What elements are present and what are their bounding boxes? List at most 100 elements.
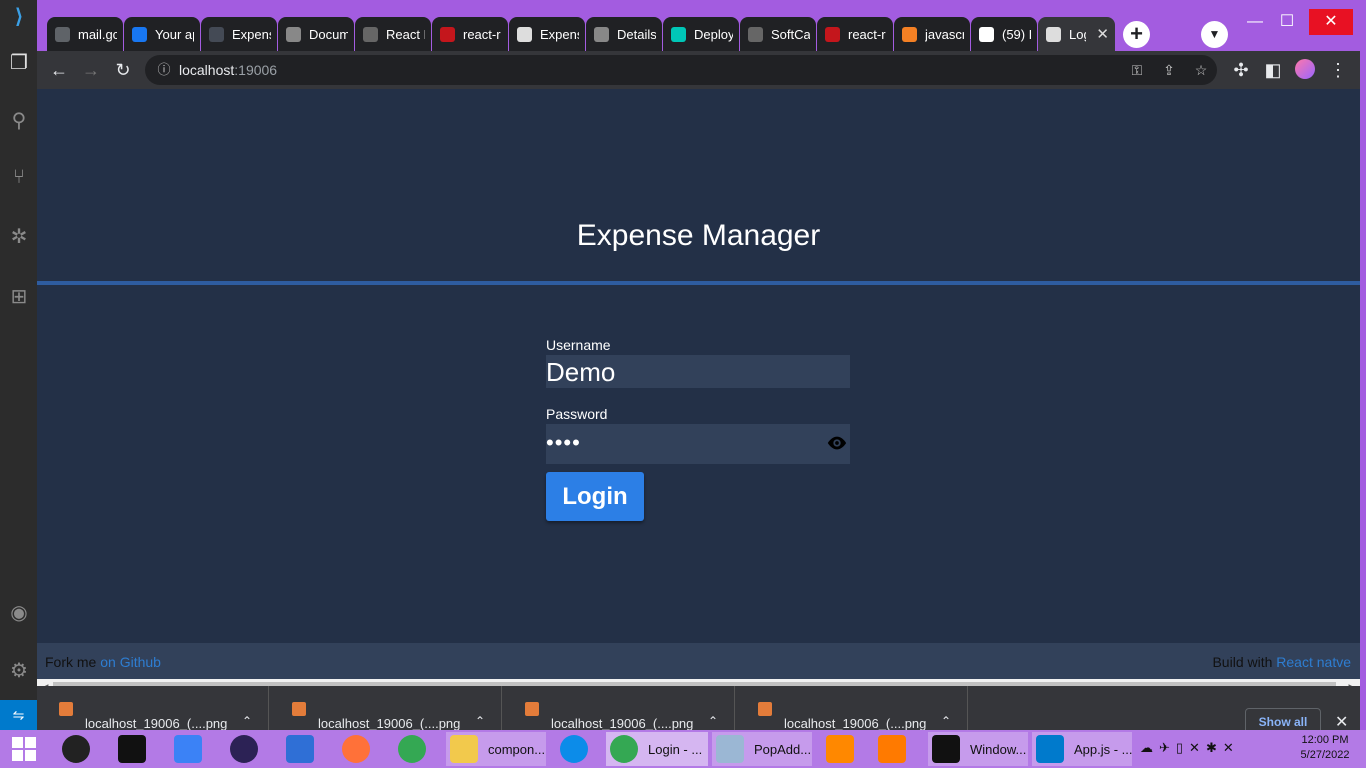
taskbar-app-8[interactable] <box>556 732 596 766</box>
tab-4[interactable]: React N <box>355 17 431 51</box>
vscode-icon <box>1036 735 1064 763</box>
system-tray[interactable]: ☁✈▯✕✱✕ <box>1140 740 1240 756</box>
app-icon <box>174 735 202 763</box>
footer-right: Build with React natve <box>1212 654 1351 670</box>
taskbar-app-label: Window... <box>970 742 1027 757</box>
login-button[interactable]: Login <box>546 472 644 521</box>
clock-time: 12:00 PM <box>1301 734 1349 746</box>
download-filename: localhost_19006_(....png <box>85 716 228 731</box>
taskbar-app-12[interactable] <box>874 732 914 766</box>
new-tab-button[interactable]: + <box>1123 21 1150 48</box>
tab-search-chevron-icon[interactable]: ▼ <box>1201 21 1228 48</box>
explorer-icon[interactable]: ❐ <box>6 50 32 76</box>
notepad-icon <box>716 735 744 763</box>
download-filename: localhost_19006_(....png <box>318 716 461 731</box>
settings-gear-icon[interactable]: ⚙ <box>6 658 32 684</box>
taskbar-app-label: compon... <box>488 742 546 757</box>
site-info-icon[interactable]: ⓘ <box>155 61 173 79</box>
taskbar-app-6[interactable] <box>394 732 434 766</box>
tab-favicon-icon <box>1046 26 1061 42</box>
download-item[interactable]: localhost_19006_(....png ⌃ <box>736 686 968 731</box>
tab-3[interactable]: Docum <box>278 17 354 51</box>
url-text[interactable]: localhost:19006 <box>179 62 277 78</box>
menu-kebab-icon[interactable]: ⋮ <box>1327 59 1349 81</box>
taskbar-app-1[interactable] <box>114 732 154 766</box>
start-button[interactable] <box>4 732 44 766</box>
username-input[interactable]: Demo <box>546 355 850 388</box>
taskbar-app-3[interactable] <box>226 732 266 766</box>
tab-label: javascr <box>925 26 964 42</box>
react-native-link[interactable]: React natve <box>1276 654 1351 670</box>
tab-10[interactable]: react-r <box>817 17 893 51</box>
close-tab-icon[interactable]: ✕ <box>1096 25 1109 43</box>
debug-icon[interactable]: ✲ <box>6 224 32 250</box>
chevron-up-icon[interactable]: ⌃ <box>242 714 252 728</box>
extensions-puzzle-icon[interactable]: ✣ <box>1230 59 1252 81</box>
footer-right-text: Build with <box>1212 654 1277 670</box>
password-input[interactable]: •••• <box>546 424 850 464</box>
tab-12[interactable]: (59) Em <box>971 17 1037 51</box>
tab-5[interactable]: react-r <box>432 17 508 51</box>
taskbar-app-7[interactable]: compon... <box>446 732 546 766</box>
tab-favicon-icon <box>209 26 224 42</box>
chevron-up-icon[interactable]: ⌃ <box>708 714 718 728</box>
taskbar-app-0[interactable] <box>58 732 98 766</box>
tab-2[interactable]: Expens <box>201 17 277 51</box>
taskbar-app-5[interactable] <box>338 732 378 766</box>
tab-favicon-icon <box>132 26 147 42</box>
search-icon[interactable]: ⚲ <box>6 108 32 134</box>
taskbar-app-11[interactable] <box>822 732 862 766</box>
taskbar-clock[interactable]: 12:00 PM 5/27/2022 <box>1290 733 1360 763</box>
tab-label: Log <box>1069 26 1086 42</box>
app-icon <box>230 735 258 763</box>
back-arrow-icon[interactable]: ← <box>48 59 70 81</box>
file-icon <box>292 702 306 716</box>
tab-1[interactable]: Your ap <box>124 17 200 51</box>
reload-icon[interactable]: ↻ <box>112 59 134 81</box>
download-item[interactable]: localhost_19006_(....png ⌃ <box>503 686 735 731</box>
footer-left-text: Fork me <box>45 654 101 670</box>
github-link[interactable]: on Github <box>100 654 161 670</box>
taskbar-app-2[interactable] <box>170 732 210 766</box>
tab-7[interactable]: Details <box>586 17 662 51</box>
tab-8[interactable]: Deploy <box>663 17 739 51</box>
close-downloads-icon[interactable]: ✕ <box>1335 712 1348 732</box>
profile-avatar[interactable] <box>1295 59 1315 79</box>
tab-favicon-icon <box>671 26 686 42</box>
tab-active[interactable]: Log ✕ <box>1038 17 1115 51</box>
tab-favicon-icon <box>440 26 455 42</box>
username-label: Username <box>546 337 611 353</box>
tab-11[interactable]: javascr <box>894 17 970 51</box>
tab-label: Expens <box>540 26 579 42</box>
remote-indicator-icon[interactable]: ⇋ <box>0 700 37 730</box>
side-panel-icon[interactable]: ◧ <box>1262 59 1284 81</box>
tab-label: Deploy <box>694 26 733 42</box>
chevron-up-icon[interactable]: ⌃ <box>941 714 951 728</box>
file-icon <box>59 702 73 716</box>
taskbar-app-4[interactable] <box>282 732 322 766</box>
show-password-eye-icon[interactable] <box>826 432 848 454</box>
download-item[interactable]: localhost_19006_(....png ⌃ <box>270 686 502 731</box>
download-filename: localhost_19006_(....png <box>551 716 694 731</box>
taskbar-app-10[interactable]: PopAdd... <box>712 732 812 766</box>
taskbar-app-9[interactable]: Login - ... <box>606 732 708 766</box>
forward-arrow-icon[interactable]: → <box>80 59 102 81</box>
tab-label: react-r <box>848 26 886 42</box>
bookmark-star-icon[interactable]: ☆ <box>1191 60 1211 80</box>
close-window-button[interactable]: ✕ <box>1309 9 1353 35</box>
tab-9[interactable]: SoftCa <box>740 17 816 51</box>
tab-0[interactable]: mail.gc <box>47 17 123 51</box>
taskbar-app-13[interactable]: Window... <box>928 732 1028 766</box>
extensions-icon[interactable]: ⊞ <box>6 284 32 310</box>
download-item[interactable]: localhost_19006_(....png ⌃ <box>37 686 269 731</box>
address-bar[interactable]: ⓘ localhost:19006 ⚿ ⇪ ☆ <box>145 55 1217 85</box>
source-control-icon[interactable]: ⑂ <box>6 164 32 190</box>
chevron-up-icon[interactable]: ⌃ <box>475 714 485 728</box>
share-icon[interactable]: ⇪ <box>1159 60 1179 80</box>
key-icon[interactable]: ⚿ <box>1127 60 1147 80</box>
account-icon[interactable]: ◉ <box>6 600 32 626</box>
taskbar-app-14[interactable]: App.js - ... <box>1032 732 1133 766</box>
tab-6[interactable]: Expens <box>509 17 585 51</box>
page-viewport: Expense Manager Username Demo Password •… <box>37 89 1360 679</box>
maximize-button[interactable]: ☐ <box>1265 9 1309 35</box>
